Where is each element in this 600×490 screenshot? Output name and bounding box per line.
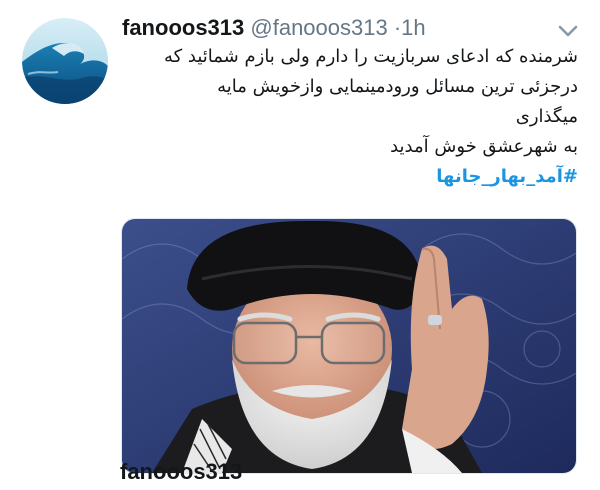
hashtag-link[interactable]: #آمد_بهار_جانها	[120, 162, 578, 192]
tweet-text-line: درجزئی ترین مسائل ورودمینمایی وازخویش ما…	[217, 76, 578, 97]
tweet-text-line: شرمنده که ادعای سربازیت را دارم ولی بازم…	[163, 46, 578, 67]
next-tweet-display-name[interactable]: fanooos313	[120, 458, 242, 486]
tweet-time[interactable]: 1h	[401, 15, 425, 40]
tweet-photo[interactable]	[121, 218, 577, 474]
display-name[interactable]: fanooos313	[122, 15, 244, 40]
tweet-text-line: به شهرعشق خوش آمدید	[390, 136, 578, 157]
more-options-button[interactable]	[555, 18, 581, 44]
photo-image	[122, 219, 576, 473]
avatar[interactable]	[22, 18, 108, 104]
wave-avatar-image	[22, 18, 108, 104]
chevron-down-icon	[558, 25, 578, 37]
tweet-text-line: میگذاری	[515, 106, 578, 127]
tweet-text: شرمنده که ادعای سربازیت را دارم ولی بازم…	[120, 42, 578, 192]
user-handle[interactable]: @fanooos313	[250, 15, 387, 40]
tweet-header: fanooos313 @fanooos313 ·1h	[122, 14, 426, 42]
